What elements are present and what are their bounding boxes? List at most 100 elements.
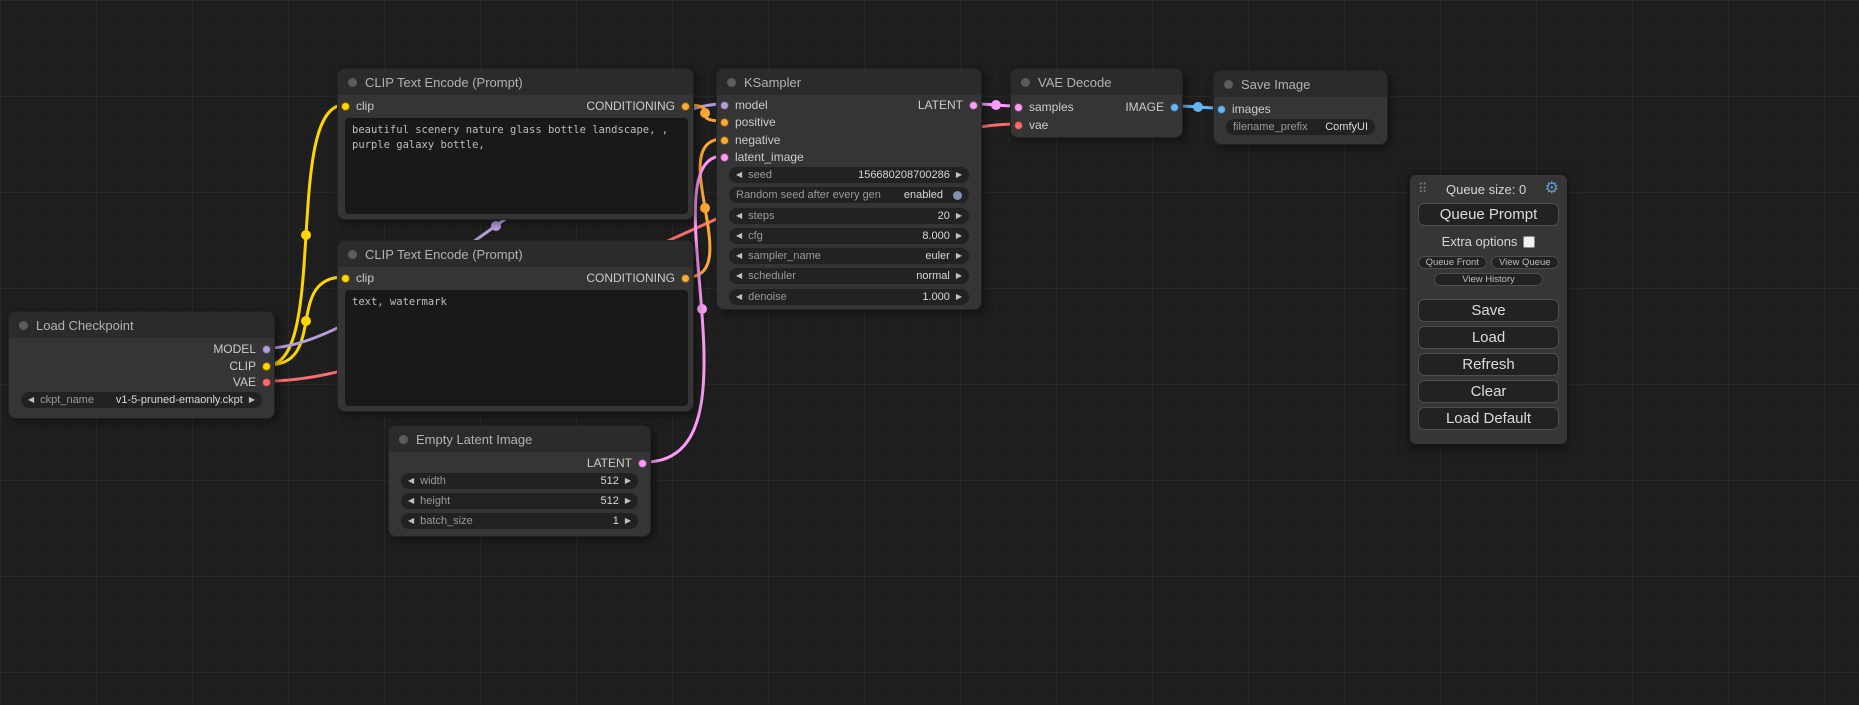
latent-port-dot[interactable] <box>720 153 729 162</box>
queue-front-button[interactable]: Queue Front <box>1418 256 1487 269</box>
node-title-bar[interactable]: VAE Decode <box>1011 69 1182 95</box>
filename-prefix-widget[interactable]: filename_prefix ComfyUI <box>1226 119 1375 135</box>
latent-port-dot[interactable] <box>969 101 978 110</box>
port-output-model[interactable]: MODEL <box>213 341 271 357</box>
port-output-conditioning[interactable]: CONDITIONING <box>586 270 690 286</box>
node-clip-text-encode-positive[interactable]: CLIP Text Encode (Prompt) clip CONDITION… <box>337 68 694 220</box>
port-input-model[interactable]: model <box>720 97 768 113</box>
graph-canvas[interactable]: Load Checkpoint MODEL CLIP VAE ◀ ckpt_na… <box>0 0 1859 705</box>
port-output-vae[interactable]: VAE <box>233 374 271 390</box>
latent-port-dot[interactable] <box>1014 103 1023 112</box>
combo-right-arrow-icon[interactable]: ▶ <box>625 477 631 485</box>
port-output-clip[interactable]: CLIP <box>229 358 271 374</box>
port-output-image[interactable]: IMAGE <box>1125 99 1179 115</box>
collapse-dot-icon[interactable] <box>348 78 357 87</box>
node-title-bar[interactable]: CLIP Text Encode (Prompt) <box>338 241 693 267</box>
combo-left-arrow-icon[interactable]: ◀ <box>28 396 34 404</box>
port-input-latent-image[interactable]: latent_image <box>720 149 804 165</box>
combo-right-arrow-icon[interactable]: ▶ <box>956 293 962 301</box>
vae-port-dot[interactable] <box>1014 121 1023 130</box>
combo-right-arrow-icon[interactable]: ▶ <box>956 171 962 179</box>
combo-left-arrow-icon[interactable]: ◀ <box>736 171 742 179</box>
port-input-positive[interactable]: positive <box>720 114 776 130</box>
port-input-vae[interactable]: vae <box>1014 117 1048 133</box>
combo-left-arrow-icon[interactable]: ◀ <box>408 497 414 505</box>
conditioning-port-dot[interactable] <box>720 118 729 127</box>
collapse-dot-icon[interactable] <box>1224 80 1233 89</box>
combo-right-arrow-icon[interactable]: ▶ <box>956 272 962 280</box>
combo-left-arrow-icon[interactable]: ◀ <box>736 293 742 301</box>
combo-right-arrow-icon[interactable]: ▶ <box>956 232 962 240</box>
node-clip-text-encode-negative[interactable]: CLIP Text Encode (Prompt) clip CONDITION… <box>337 240 694 412</box>
node-title-bar[interactable]: CLIP Text Encode (Prompt) <box>338 69 693 95</box>
combo-left-arrow-icon[interactable]: ◀ <box>408 517 414 525</box>
latent-port-dot[interactable] <box>638 459 647 468</box>
clip-port-dot[interactable] <box>341 102 350 111</box>
node-title-bar[interactable]: Save Image <box>1214 71 1387 97</box>
image-port-dot[interactable] <box>1217 105 1226 114</box>
collapse-dot-icon[interactable] <box>727 78 736 87</box>
image-port-dot[interactable] <box>1170 103 1179 112</box>
node-empty-latent-image[interactable]: Empty Latent Image LATENT ◀ width 512 ▶ … <box>388 425 651 537</box>
port-input-images[interactable]: images <box>1217 101 1271 117</box>
conditioning-port-dot[interactable] <box>720 136 729 145</box>
view-queue-button[interactable]: View Queue <box>1491 256 1560 269</box>
load-button[interactable]: Load <box>1418 326 1559 349</box>
node-vae-decode[interactable]: VAE Decode samples vae IMAGE <box>1010 68 1183 138</box>
combo-left-arrow-icon[interactable]: ◀ <box>736 212 742 220</box>
node-title-bar[interactable]: Load Checkpoint <box>9 312 274 338</box>
combo-right-arrow-icon[interactable]: ▶ <box>956 212 962 220</box>
view-history-button[interactable]: View History <box>1434 273 1544 286</box>
queue-prompt-button[interactable]: Queue Prompt <box>1418 203 1559 226</box>
collapse-dot-icon[interactable] <box>19 321 28 330</box>
cfg-widget[interactable]: ◀ cfg 8.000 ▶ <box>729 228 969 244</box>
clear-button[interactable]: Clear <box>1418 380 1559 403</box>
port-input-negative[interactable]: negative <box>720 132 780 148</box>
sampler-name-widget[interactable]: ◀ sampler_name euler ▶ <box>729 248 969 264</box>
vae-port-dot[interactable] <box>262 378 271 387</box>
settings-gear-icon[interactable]: ⚙ <box>1545 181 1559 197</box>
port-output-latent[interactable]: LATENT <box>587 455 647 471</box>
node-title-bar[interactable]: KSampler <box>717 69 981 95</box>
collapse-dot-icon[interactable] <box>348 250 357 259</box>
scheduler-widget[interactable]: ◀ scheduler normal ▶ <box>729 268 969 284</box>
combo-right-arrow-icon[interactable]: ▶ <box>956 252 962 260</box>
clip-port-dot[interactable] <box>262 362 271 371</box>
toggle-dot-icon[interactable] <box>953 191 962 200</box>
width-widget[interactable]: ◀ width 512 ▶ <box>401 473 638 489</box>
collapse-dot-icon[interactable] <box>399 435 408 444</box>
port-input-clip[interactable]: clip <box>341 270 374 286</box>
port-output-latent[interactable]: LATENT <box>918 97 978 113</box>
random-seed-toggle-widget[interactable]: Random seed after every gen enabled <box>729 187 969 203</box>
conditioning-port-dot[interactable] <box>681 274 690 283</box>
conditioning-port-dot[interactable] <box>681 102 690 111</box>
combo-right-arrow-icon[interactable]: ▶ <box>249 396 255 404</box>
port-input-samples[interactable]: samples <box>1014 99 1074 115</box>
negative-prompt-textarea[interactable]: text, watermark <box>345 290 688 406</box>
extra-options-checkbox[interactable] <box>1523 236 1535 248</box>
combo-left-arrow-icon[interactable]: ◀ <box>736 272 742 280</box>
denoise-widget[interactable]: ◀ denoise 1.000 ▶ <box>729 289 969 305</box>
height-widget[interactable]: ◀ height 512 ▶ <box>401 493 638 509</box>
node-save-image[interactable]: Save Image images filename_prefix ComfyU… <box>1213 70 1388 145</box>
save-button[interactable]: Save <box>1418 299 1559 322</box>
steps-widget[interactable]: ◀ steps 20 ▶ <box>729 208 969 224</box>
model-port-dot[interactable] <box>262 345 271 354</box>
node-load-checkpoint[interactable]: Load Checkpoint MODEL CLIP VAE ◀ ckpt_na… <box>8 311 275 419</box>
batch-size-widget[interactable]: ◀ batch_size 1 ▶ <box>401 513 638 529</box>
node-title-bar[interactable]: Empty Latent Image <box>389 426 650 452</box>
ckpt-name-widget[interactable]: ◀ ckpt_name v1-5-pruned-emaonly.ckpt ▶ <box>21 392 262 408</box>
port-output-conditioning[interactable]: CONDITIONING <box>586 98 690 114</box>
load-default-button[interactable]: Load Default <box>1418 407 1559 430</box>
seed-widget[interactable]: ◀ seed 156680208700286 ▶ <box>729 167 969 183</box>
model-port-dot[interactable] <box>720 101 729 110</box>
clip-port-dot[interactable] <box>341 274 350 283</box>
refresh-button[interactable]: Refresh <box>1418 353 1559 376</box>
combo-left-arrow-icon[interactable]: ◀ <box>736 232 742 240</box>
combo-right-arrow-icon[interactable]: ▶ <box>625 497 631 505</box>
combo-left-arrow-icon[interactable]: ◀ <box>408 477 414 485</box>
collapse-dot-icon[interactable] <box>1021 78 1030 87</box>
drag-handle-icon[interactable]: ⠿ <box>1418 181 1428 197</box>
combo-left-arrow-icon[interactable]: ◀ <box>736 252 742 260</box>
positive-prompt-textarea[interactable]: beautiful scenery nature glass bottle la… <box>345 118 688 214</box>
